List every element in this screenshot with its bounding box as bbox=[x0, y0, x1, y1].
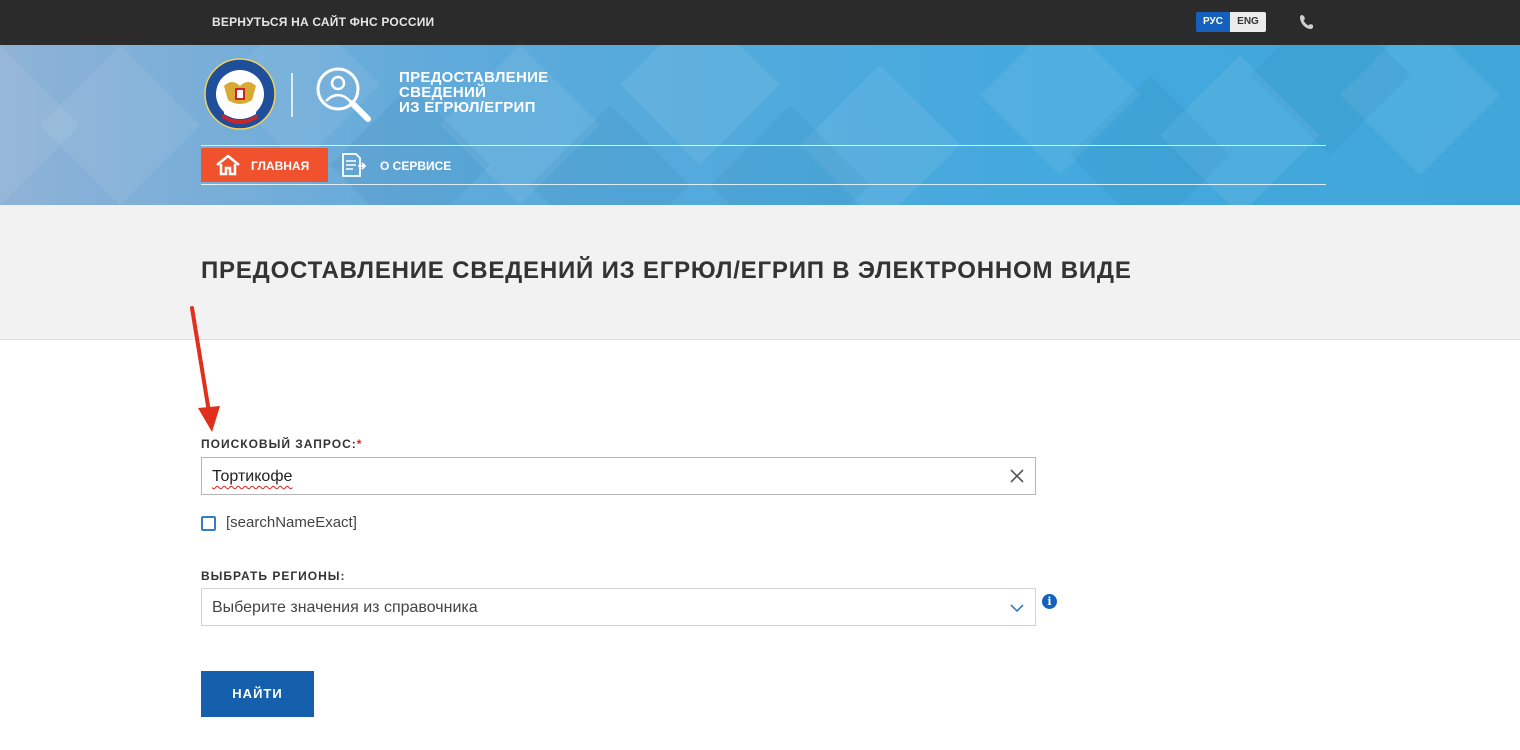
exact-match-checkbox[interactable] bbox=[201, 516, 216, 531]
fns-emblem-icon[interactable] bbox=[204, 56, 276, 132]
service-title-line-2: СВЕДЕНИЙ bbox=[399, 84, 487, 101]
exact-match-label[interactable]: [searchNameExact] bbox=[226, 514, 357, 531]
search-label-text: ПОИСКОВЫЙ ЗАПРОС: bbox=[201, 437, 357, 451]
home-icon bbox=[216, 154, 240, 176]
nav-home-label: ГЛАВНАЯ bbox=[251, 159, 310, 173]
chevron-down-icon[interactable] bbox=[1009, 601, 1025, 615]
nav-about-label: О СЕРВИСЕ bbox=[380, 159, 452, 173]
close-icon[interactable] bbox=[1007, 466, 1027, 486]
lang-en-button[interactable]: ENG bbox=[1230, 12, 1266, 32]
search-label: ПОИСКОВЫЙ ЗАПРОС:* bbox=[201, 437, 362, 451]
phone-icon[interactable] bbox=[1298, 13, 1314, 31]
back-to-fns-link[interactable]: ВЕРНУТЬСЯ НА САЙТ ФНС РОССИИ bbox=[212, 15, 434, 29]
search-input[interactable]: Тортикофе bbox=[201, 457, 1036, 495]
lang-ru-button[interactable]: РУС bbox=[1196, 12, 1230, 32]
regions-label: ВЫБРАТЬ РЕГИОНЫ: bbox=[201, 569, 346, 583]
regions-select-placeholder: Выберите значения из справочника bbox=[212, 599, 478, 616]
top-bar: ВЕРНУТЬСЯ НА САЙТ ФНС РОССИИ РУС ENG bbox=[0, 0, 1520, 45]
header-divider bbox=[291, 73, 293, 117]
document-icon bbox=[342, 153, 366, 177]
nav-top-line bbox=[201, 145, 1326, 146]
search-input-value: Тортикофе bbox=[212, 468, 293, 485]
nav-home-button[interactable]: ГЛАВНАЯ bbox=[201, 148, 328, 182]
service-title-line-3: ИЗ ЕГРЮЛ/ЕГРИП bbox=[399, 99, 536, 116]
info-icon[interactable]: i bbox=[1042, 594, 1057, 609]
header-banner: ПРЕДОСТАВЛЕНИЕ СВЕДЕНИЙ ИЗ ЕГРЮЛ/ЕГРИП Г… bbox=[0, 45, 1520, 205]
service-title: ПРЕДОСТАВЛЕНИЕ СВЕДЕНИЙ ИЗ ЕГРЮЛ/ЕГРИП bbox=[399, 70, 548, 115]
nav-bottom-line bbox=[201, 184, 1326, 185]
annotation-arrow bbox=[190, 306, 220, 432]
service-title-line-1: ПРЕДОСТАВЛЕНИЕ bbox=[399, 69, 549, 86]
required-mark: * bbox=[356, 437, 363, 451]
page-title: ПРЕДОСТАВЛЕНИЕ СВЕДЕНИЙ ИЗ ЕГРЮЛ/ЕГРИП В… bbox=[201, 257, 1132, 284]
regions-select[interactable]: Выберите значения из справочника bbox=[201, 588, 1036, 626]
magnifier-person-icon bbox=[316, 67, 371, 122]
search-submit-button[interactable]: НАЙТИ bbox=[201, 671, 314, 717]
